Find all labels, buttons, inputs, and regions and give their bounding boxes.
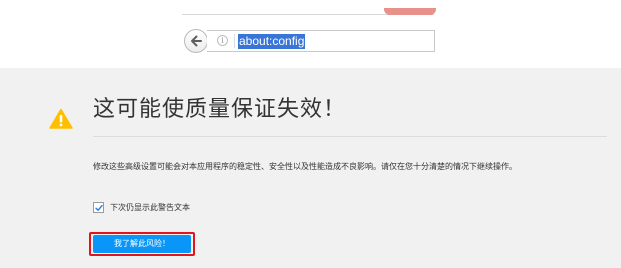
address-bar[interactable]: i about:config <box>207 30 435 52</box>
back-button[interactable] <box>184 29 208 53</box>
show-warning-checkbox[interactable] <box>93 201 104 213</box>
checkmark-icon <box>95 204 103 211</box>
browser-toolbar: i about:config <box>0 0 621 68</box>
warning-triangle-icon <box>49 108 73 129</box>
back-arrow-icon <box>191 35 202 47</box>
config-warning-page: 这可能使质量保证失效！ 修改这些高级设置可能会对本应用程序的稳定性、安全性以及性… <box>0 68 621 268</box>
tab-edge <box>384 8 436 15</box>
url-divider <box>234 34 235 48</box>
warning-title: 这可能使质量保证失效！ <box>93 97 347 122</box>
accept-risk-button[interactable]: 我了解此风险！ <box>93 235 191 253</box>
url-text[interactable]: about:config <box>238 34 306 49</box>
info-icon[interactable]: i <box>217 35 228 46</box>
show-warning-option[interactable]: 下次仍显示此警告文本 <box>93 200 190 214</box>
title-divider <box>93 136 607 137</box>
warning-description: 修改这些高级设置可能会对本应用程序的稳定性、安全性以及性能造成不良影响。请仅在您… <box>93 162 517 171</box>
show-warning-label[interactable]: 下次仍显示此警告文本 <box>110 202 190 213</box>
